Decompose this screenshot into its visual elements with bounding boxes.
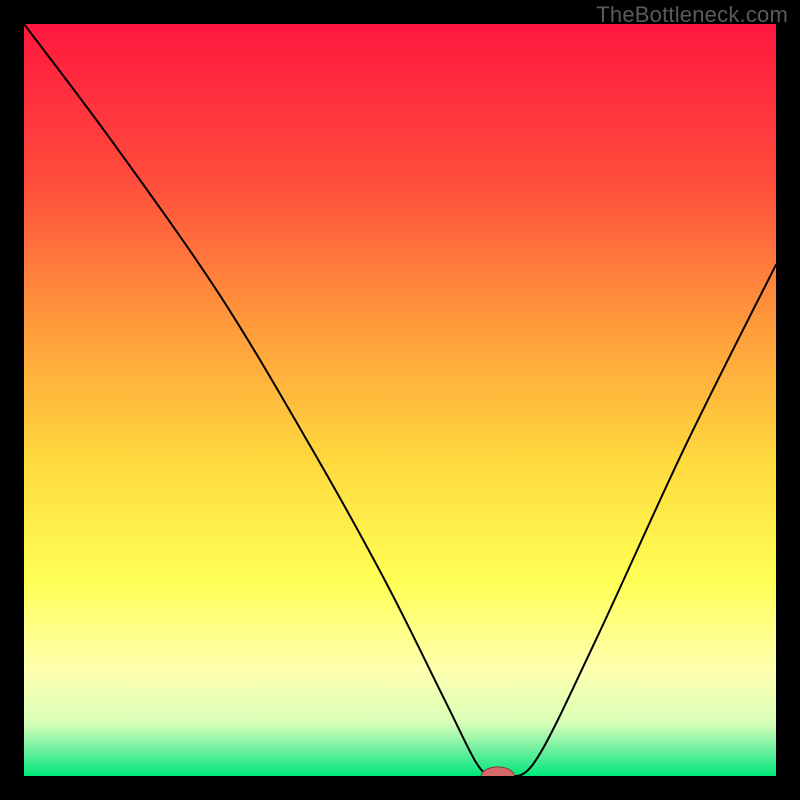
chart-container: TheBottleneck.com xyxy=(0,0,800,800)
watermark-text: TheBottleneck.com xyxy=(596,2,788,28)
plot-area xyxy=(24,24,776,776)
gradient-background xyxy=(24,24,776,776)
